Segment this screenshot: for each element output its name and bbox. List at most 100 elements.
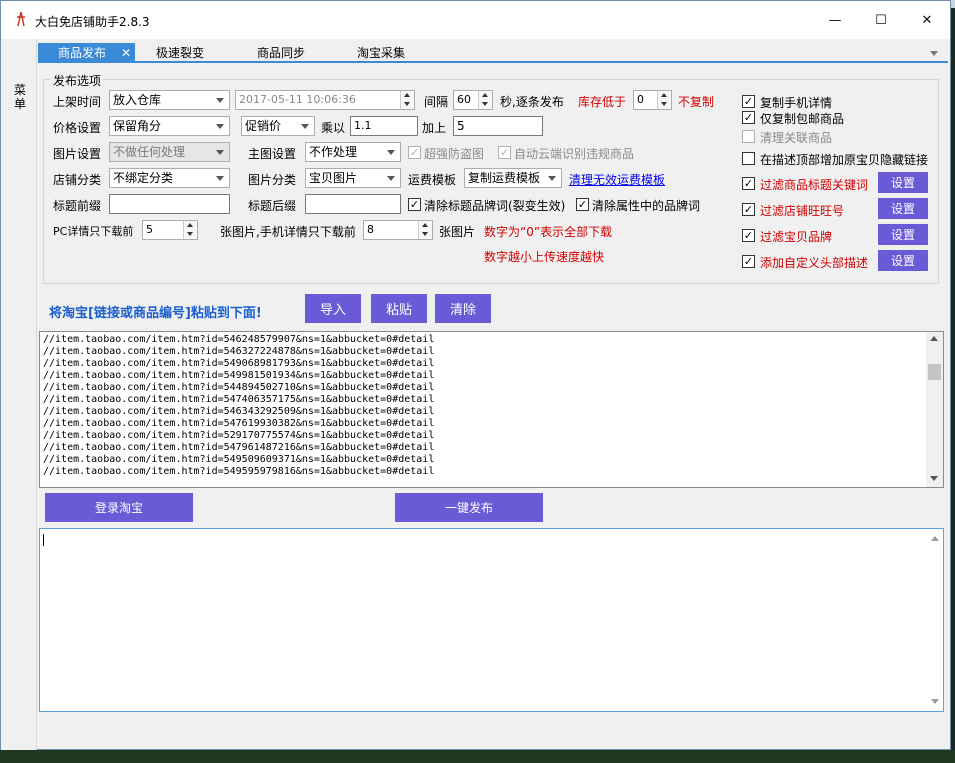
clear-attr-brand-checkbox[interactable]: ✓ [576, 198, 589, 211]
url-line: //item.taobao.com/item.htm?id=5463272248… [43, 346, 435, 357]
tab-collect[interactable]: 淘宝采集 [357, 43, 405, 63]
download-hint-speed: 数字越小上传速度越快 [484, 250, 605, 264]
option-settings-button[interactable]: 设置 [878, 250, 928, 271]
anti-theft-label: 超强防盗图 [424, 147, 485, 161]
mobile-images-value: 8 [367, 223, 374, 236]
spin-down-icon[interactable] [418, 230, 432, 239]
scroll-up-icon[interactable] [930, 336, 938, 341]
shop-category-select[interactable]: 不绑定分类 [109, 168, 230, 188]
shelf-time-value: 放入仓库 [113, 93, 162, 107]
spin-down-icon[interactable] [183, 230, 197, 239]
spin-up-icon[interactable] [478, 91, 492, 100]
stock-stepper[interactable]: 0 [633, 90, 672, 110]
option-label: 清理关联商品 [760, 131, 833, 145]
spin-up-icon[interactable] [418, 221, 432, 230]
interval-stepper[interactable]: 60 [453, 90, 493, 110]
interval-label: 间隔 [424, 95, 449, 109]
add-input[interactable]: 5 [453, 116, 543, 136]
anti-theft-checkbox[interactable]: ✓ [408, 146, 421, 159]
image-setting-select[interactable]: 不做任何处理 [109, 142, 230, 162]
url-line: //item.taobao.com/item.htm?id=5448945027… [43, 382, 435, 393]
title-suffix-label: 标题后缀 [248, 199, 297, 213]
option-label: 过滤店铺旺旺号 [760, 204, 845, 218]
tab-dropdown-icon[interactable] [930, 51, 938, 56]
shelf-time-select[interactable]: 放入仓库 [109, 90, 230, 110]
price-mode-value: 保留角分 [113, 119, 162, 133]
tab-close-icon[interactable]: ✕ [121, 43, 131, 63]
side-menu-label: 菜单 [14, 83, 27, 111]
auto-cloud-label: 自动云端识别违规商品 [514, 147, 635, 161]
price-mode-select[interactable]: 保留角分 [109, 116, 230, 136]
option-checkbox[interactable]: ✓ [742, 255, 755, 268]
text-cursor [43, 534, 44, 546]
spin-down-icon[interactable] [400, 100, 414, 109]
option-settings-button[interactable]: 设置 [878, 198, 928, 219]
mobile-detail-label: 张图片,手机详情只下载前 [220, 225, 356, 239]
scroll-thumb[interactable] [928, 364, 941, 380]
scroll-down-icon[interactable] [931, 699, 939, 704]
option-checkbox[interactable]: ✓ [742, 229, 755, 242]
spin-up-icon[interactable] [657, 91, 671, 100]
download-hint-zero: 数字为“0”表示全部下载 [484, 225, 613, 239]
mobile-images-stepper[interactable]: 8 [363, 220, 433, 240]
price-type-select[interactable]: 促销价 [241, 116, 315, 136]
image-category-select[interactable]: 宝贝图片 [305, 168, 401, 188]
url-scrollbar[interactable] [926, 332, 943, 487]
scroll-up-icon[interactable] [931, 536, 939, 541]
option-checkbox[interactable]: ✓ [742, 177, 755, 190]
scroll-down-icon[interactable] [930, 476, 938, 481]
log-output-textarea[interactable] [39, 528, 944, 712]
clear-title-brand-checkbox[interactable]: ✓ [408, 198, 421, 211]
option-checkbox[interactable]: ✓ [742, 203, 755, 216]
clean-freight-link[interactable]: 清理无效运费模板 [569, 171, 665, 188]
login-taobao-button[interactable]: 登录淘宝 [45, 493, 193, 522]
maximize-button[interactable]: ☐ [858, 1, 904, 39]
clear-button[interactable]: 清除 [435, 294, 491, 323]
url-list: //item.taobao.com/item.htm?id=5462485799… [40, 332, 943, 478]
option-checkbox[interactable]: ✓ [742, 111, 755, 124]
tab-bar: 商品发布 ✕ 极速裂变 商品同步 淘宝采集 [38, 43, 948, 63]
spin-up-icon[interactable] [183, 221, 197, 230]
option-label: 在描述顶部增加原宝贝隐藏链接 [760, 153, 929, 167]
chevron-down-icon [216, 150, 224, 155]
group-title: 发布选项 [51, 72, 104, 89]
shelf-time-label: 上架时间 [53, 95, 102, 109]
chevron-down-icon [216, 98, 224, 103]
spin-down-icon[interactable] [657, 100, 671, 109]
auto-cloud-checkbox[interactable]: ✓ [498, 146, 511, 159]
interval-value: 60 [457, 93, 471, 106]
paste-hint: 将淘宝[链接或商品编号]粘贴到下面! [49, 306, 262, 321]
tab-sync[interactable]: 商品同步 [257, 43, 305, 63]
pc-images-stepper[interactable]: 5 [142, 220, 198, 240]
option-checkbox[interactable] [742, 152, 755, 165]
option-checkbox[interactable]: ✓ [742, 95, 755, 108]
main-image-select[interactable]: 不作处理 [305, 142, 401, 162]
image-setting-label: 图片设置 [53, 147, 102, 161]
datetime-picker[interactable]: 2017-05-11 10:06:36 [235, 90, 415, 110]
option-label: 过滤宝贝品牌 [760, 230, 833, 244]
freight-select[interactable]: 复制运费模板 [464, 168, 562, 188]
option-settings-button[interactable]: 设置 [878, 224, 928, 245]
import-button[interactable]: 导入 [305, 294, 361, 323]
side-menu[interactable]: 菜单 [1, 39, 37, 750]
spin-down-icon[interactable] [478, 100, 492, 109]
tab-publish[interactable]: 商品发布 ✕ [38, 43, 135, 63]
option-checkbox[interactable] [742, 130, 755, 143]
close-button[interactable]: ✕ [904, 1, 950, 39]
multiply-input[interactable]: 1.1 [350, 116, 418, 136]
chevron-down-icon [548, 176, 556, 181]
title-prefix-input[interactable] [109, 194, 230, 214]
title-suffix-input[interactable] [305, 194, 401, 214]
spin-up-icon[interactable] [400, 91, 414, 100]
option-label: 过滤商品标题关键词 [760, 178, 869, 192]
paste-button[interactable]: 粘贴 [371, 294, 427, 323]
option-settings-button[interactable]: 设置 [878, 172, 928, 193]
pc-images-value: 5 [146, 223, 153, 236]
taskbar-strip [0, 750, 955, 763]
multiply-label: 乘以 [321, 121, 346, 135]
url-textarea[interactable]: //item.taobao.com/item.htm?id=5462485799… [39, 331, 944, 488]
minimize-button[interactable]: — [812, 1, 858, 39]
tab-fission[interactable]: 极速裂变 [156, 43, 204, 63]
url-line: //item.taobao.com/item.htm?id=5474063571… [43, 394, 435, 405]
one-click-publish-button[interactable]: 一键发布 [395, 493, 543, 522]
